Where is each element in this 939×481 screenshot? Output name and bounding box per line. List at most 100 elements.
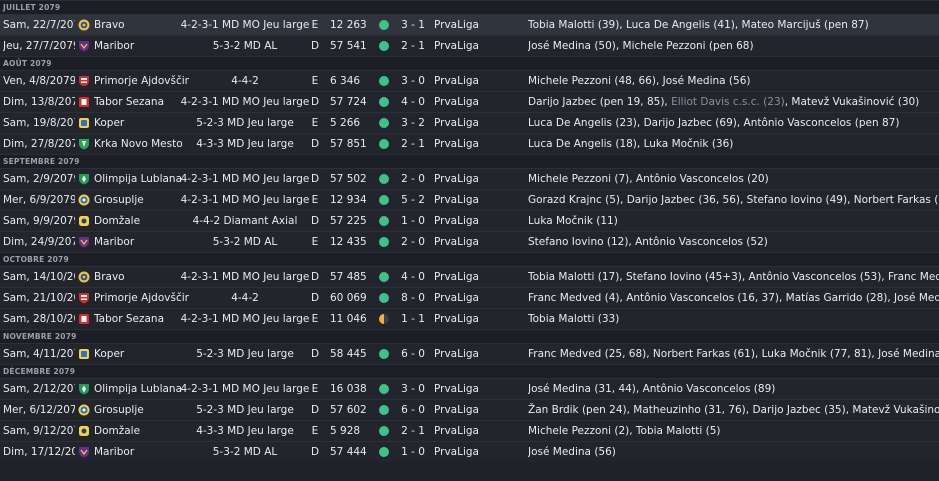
score-link[interactable]: 4 - 0 xyxy=(397,92,429,112)
match-row[interactable]: Sam, 2/9/2079 Olimpija Lublana 4-2-3-1 MD … xyxy=(0,168,939,189)
venue: D xyxy=(310,292,320,304)
opponent-name-link[interactable]: Maribor xyxy=(94,36,189,56)
formation: 4-2-3-1 MD MO Jeu large xyxy=(180,313,310,325)
match-row[interactable]: Sam, 28/10/2079 Tabor Sezana4-2-3-1 MD MO… xyxy=(0,308,939,329)
competition-link[interactable]: PrvaLiga xyxy=(434,211,494,231)
opponent-name-link[interactable]: Domžale xyxy=(94,421,189,441)
attendance: 58 445 xyxy=(330,348,367,360)
match-date: Sam, 19/8/2079 xyxy=(3,117,75,129)
opponent-name-link[interactable]: Tabor Sezana xyxy=(94,309,189,329)
formation: 5-3-2 MD AL xyxy=(212,446,278,458)
month-header: Septembre 2079 xyxy=(0,154,939,168)
competition-link[interactable]: PrvaLiga xyxy=(434,169,494,189)
opponent-name-link[interactable]: Koper xyxy=(94,113,189,133)
opponent-name-link[interactable]: Koper xyxy=(94,344,189,364)
match-row[interactable]: Sam, 4/11/2079 Koper 5-2-3 MD Jeu large D 58… xyxy=(0,343,939,364)
match-row[interactable]: Dim, 17/12/2079 Maribor 5-3-2 MD AL D 57 444… xyxy=(0,441,939,462)
formation: 4-3-3 MD Jeu large xyxy=(196,138,294,150)
opponent-name-link[interactable]: Domžale xyxy=(94,211,189,231)
score-link[interactable]: 1 - 1 xyxy=(397,309,429,329)
score-link[interactable]: 3 - 2 xyxy=(397,113,429,133)
attendance: 57 485 xyxy=(330,271,367,283)
match-date: Sam, 21/10/2079 xyxy=(3,292,75,304)
opponent-name-link[interactable]: Grosuplje xyxy=(94,400,189,420)
opponent-name-link[interactable]: Primorje Ajdovščina xyxy=(94,71,189,91)
opponent-name-link[interactable]: Maribor xyxy=(94,232,189,252)
competition-link[interactable]: PrvaLiga xyxy=(434,113,494,133)
venue: E xyxy=(311,19,319,31)
competition-link[interactable]: PrvaLiga xyxy=(434,309,494,329)
win-result-icon xyxy=(379,174,389,184)
match-row[interactable]: Mer, 6/12/2079 Grosuplje 5-2-3 MD Jeu larg… xyxy=(0,399,939,420)
opponent-name-link[interactable]: Grosuplje xyxy=(94,190,189,210)
match-row[interactable]: Sam, 14/10/2079 Bravo4-2-3-1 MD MO Jeu la… xyxy=(0,266,939,287)
competition-link[interactable]: PrvaLiga xyxy=(434,134,494,154)
score-link[interactable]: 6 - 0 xyxy=(397,400,429,420)
score-link[interactable]: 3 - 0 xyxy=(397,379,429,399)
goal-scorers: José Medina (56) xyxy=(528,442,939,462)
score-link[interactable]: 3 - 0 xyxy=(397,71,429,91)
venue: D xyxy=(310,215,320,227)
score-link[interactable]: 1 - 0 xyxy=(397,211,429,231)
attendance: 5 928 xyxy=(330,425,361,437)
competition-link[interactable]: PrvaLiga xyxy=(434,442,494,462)
opponent-name-link[interactable]: Tabor Sezana xyxy=(94,92,189,112)
match-row[interactable]: Ven, 4/8/2079 Primorje Ajdovščina 4-4-2 E 6 … xyxy=(0,70,939,91)
venue: E xyxy=(311,383,319,395)
competition-link[interactable]: PrvaLiga xyxy=(434,288,494,308)
match-date: Sam, 9/12/2079 xyxy=(3,425,75,437)
competition-link[interactable]: PrvaLiga xyxy=(434,190,494,210)
competition-link[interactable]: PrvaLiga xyxy=(434,379,494,399)
score-link[interactable]: 6 - 0 xyxy=(397,344,429,364)
competition-link[interactable]: PrvaLiga xyxy=(434,400,494,420)
opponent-name-link[interactable]: Maribor xyxy=(94,442,189,462)
goal-scorers-text: José Medina (56) xyxy=(528,446,616,458)
competition-link[interactable]: PrvaLiga xyxy=(434,71,494,91)
score-link[interactable]: 2 - 0 xyxy=(397,169,429,189)
score-link[interactable]: 2 - 1 xyxy=(397,36,429,56)
match-row[interactable]: Sam, 22/7/2079 Bravo4-2-3-1 MD MO Jeu lar… xyxy=(0,14,939,35)
club-badge-icon xyxy=(78,138,90,150)
match-row[interactable]: Sam, 21/10/2079 Primorje Ajdovščina 4-4-2 D… xyxy=(0,287,939,308)
match-row[interactable]: Sam, 2/12/2079 Olimpija Lublana4-2-3-1 MD… xyxy=(0,378,939,399)
opponent-name-link[interactable]: Bravo xyxy=(94,267,189,287)
match-row[interactable]: Dim, 27/8/2079 Krka Novo Mesto 4-3-3 MD Je… xyxy=(0,133,939,154)
own-goal-text: Elliot Davis c.s.c. (23) xyxy=(671,96,785,108)
opponent-name-link[interactable]: Krka Novo Mesto xyxy=(94,134,189,154)
match-date: Dim, 17/12/2079 xyxy=(3,446,75,458)
match-row[interactable]: Jeu, 27/7/2079 Maribor 5-3-2 MD AL D 57 541 2… xyxy=(0,35,939,56)
score-link[interactable]: 2 - 0 xyxy=(397,232,429,252)
competition-link[interactable]: PrvaLiga xyxy=(434,92,494,112)
score-link[interactable]: 5 - 2 xyxy=(397,190,429,210)
win-result-icon xyxy=(379,118,389,128)
opponent-name-link[interactable]: Bravo xyxy=(94,15,189,35)
goal-scorers-text: Žan Brdik (pen 24), Matheuzinho (31, 76)… xyxy=(528,404,939,416)
competition-link[interactable]: PrvaLiga xyxy=(434,15,494,35)
score-link[interactable]: 3 - 1 xyxy=(397,15,429,35)
match-row[interactable]: Mer, 6/9/2079 Grosuplje 4-2-3-1 MD MO Jeu … xyxy=(0,189,939,210)
match-row[interactable]: Sam, 9/9/2079 Domžale 4-4-2 Diamant Axial D… xyxy=(0,210,939,231)
formation: 5-2-3 MD Jeu large xyxy=(196,348,294,360)
match-row[interactable]: Sam, 9/12/2079 Domžale 4-3-3 MD Jeu large E… xyxy=(0,420,939,441)
competition-link[interactable]: PrvaLiga xyxy=(434,421,494,441)
competition-link[interactable]: PrvaLiga xyxy=(434,232,494,252)
opponent-name-link[interactable]: Olimpija Lublana xyxy=(94,169,189,189)
score-link[interactable]: 2 - 1 xyxy=(397,134,429,154)
score-link[interactable]: 2 - 1 xyxy=(397,421,429,441)
competition-link[interactable]: PrvaLiga xyxy=(434,36,494,56)
score-link[interactable]: 1 - 0 xyxy=(397,442,429,462)
score-link[interactable]: 4 - 0 xyxy=(397,267,429,287)
attendance: 57 602 xyxy=(330,404,367,416)
goal-scorers: Žan Brdik (pen 24), Matheuzinho (31, 76)… xyxy=(528,400,939,420)
opponent-name-link[interactable]: Olimpija Lublana xyxy=(94,379,189,399)
match-row[interactable]: Dim, 13/8/2079 Tabor Sezana4-2-3-1 MD MO … xyxy=(0,91,939,112)
match-row[interactable]: Sam, 19/8/2079 Koper 5-2-3 MD Jeu large E 5 … xyxy=(0,112,939,133)
win-result-icon xyxy=(379,447,389,457)
win-result-icon xyxy=(379,272,389,282)
score-link[interactable]: 8 - 0 xyxy=(397,288,429,308)
club-badge-icon xyxy=(78,215,90,227)
opponent-name-link[interactable]: Primorje Ajdovščina xyxy=(94,288,189,308)
match-row[interactable]: Dim, 24/9/2079 Maribor 5-3-2 MD AL E 12 435 2… xyxy=(0,231,939,252)
competition-link[interactable]: PrvaLiga xyxy=(434,267,494,287)
competition-link[interactable]: PrvaLiga xyxy=(434,344,494,364)
